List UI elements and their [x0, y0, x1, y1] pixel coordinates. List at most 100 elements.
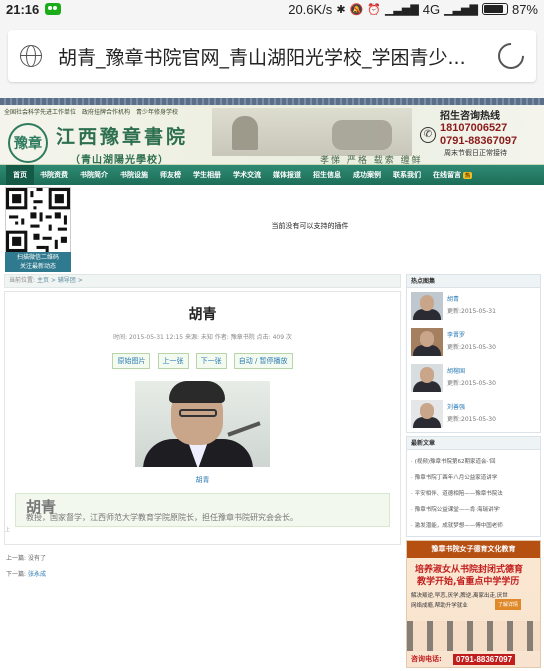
nav-about[interactable]: 书院简介 [74, 170, 114, 180]
hot-item[interactable]: 胡青 更新:2015-05-31 [407, 288, 540, 324]
gallery-controls: 原始图片 上一张 下一张 自动 / 暂停播放 [5, 348, 400, 369]
prev-value: 没有了 [27, 555, 46, 562]
hot-thumb[interactable] [411, 292, 443, 320]
hotline-phone-1: 18107006527 [440, 122, 508, 134]
hotline-hours: 周末节假日正常接待 [444, 149, 507, 157]
brand: 江西豫章書院 （青山湖陽光學校） [56, 122, 188, 166]
ad-tel-label: 咨询电话: [411, 655, 442, 663]
hotline-phone-2: 0791-88367097 [440, 135, 518, 147]
hot-thumb[interactable] [411, 328, 443, 356]
brand-name: 江西豫章書院 [56, 126, 189, 148]
hot-item-name[interactable]: 李晋罗 [447, 330, 465, 339]
ad-line4: 网络成瘾,帮助升学就业 [411, 603, 468, 609]
article-title: 胡青 [188, 307, 217, 323]
next-article: 下一篇: 张永成 [6, 567, 401, 583]
news-item[interactable]: 平安相伴、道德相陪——豫章书院法 [411, 486, 540, 502]
prev-label: 上一篇: [6, 555, 27, 562]
wechat-qr-code [5, 187, 71, 253]
main-nav: 首页 书院资费 书院简介 书院设施 师友榜 学生相册 学术交流 媒体报道 招生信… [0, 164, 544, 186]
hot-item-name[interactable]: 胡青 [447, 294, 459, 303]
next-link[interactable]: 张永成 [28, 571, 46, 578]
hotline-box: 招生咨询热线 ✆ 18107006527 0791-88367097 周末节假日… [420, 107, 538, 158]
bio-text: 教授，国家督学，江西师范大学教育学院原院长，担任豫章书院研究会会长。 [26, 513, 298, 522]
qr-caption-line1: 扫描微信二维码 [16, 254, 59, 261]
breadcrumb-path[interactable]: 主页 > 辅导团 > [37, 277, 83, 284]
url-box[interactable]: 胡青_豫章书院官网_青山湖阳光学校_学困青少... [8, 30, 536, 82]
latest-news-panel: 最新文章 (视频)豫章书院第62期家道会-'回 豫章书院丁酉年八月公益家道讲学 … [406, 436, 541, 537]
nav-home[interactable]: 首页 [6, 164, 34, 186]
ad-photo [407, 621, 540, 651]
page-title-url[interactable]: 胡青_豫章书院官网_青山湖阳光学校_学困青少... [58, 43, 488, 70]
hot-thumb[interactable] [411, 364, 443, 392]
hot-item-updated: 更新:2015-05-30 [447, 344, 496, 351]
prev-image-button[interactable]: 上一张 [157, 353, 189, 369]
news-item[interactable]: 豫章书院公益课堂——肯·海瑞讲学' [411, 502, 540, 518]
qr-row: 扫描微信二维码 关注最新动态 当前没有可以支持的插件 [0, 185, 544, 273]
news-item[interactable]: 豫章书院丁酉年八月公益家道讲学 [411, 470, 540, 486]
network-type: 4G [422, 1, 441, 17]
bluetooth-icon: ✱ [336, 3, 346, 16]
hot-item-name[interactable]: 刘善强 [447, 402, 465, 411]
main-column: 当前位置: 主页 > 辅导团 > 胡青 时间: 2015-05-31 12:15… [4, 274, 401, 583]
status-time: 21:16 [6, 1, 40, 17]
promo-ad[interactable]: 豫章书院女子德育文化教育 培养淑女从书院封闭式德育 教学开始,省重点中学学历 解… [406, 540, 541, 668]
hot-gallery-title: 热点图集 [407, 275, 540, 288]
nav-message[interactable]: 在线留言热 [427, 170, 478, 180]
plugin-missing-message: 当前没有可以支持的插件 [271, 222, 349, 230]
hot-thumb[interactable] [411, 400, 443, 428]
news-item[interactable]: (视频)豫章书院第62期家道会-'回 [411, 454, 540, 470]
signal-icon: ▁▃▅▇ [384, 3, 419, 16]
alarm-icon: ⏰ [367, 3, 381, 16]
prev-next-links: 上一篇: 没有了 下一篇: 张永成 [4, 551, 401, 583]
reload-icon[interactable] [492, 37, 530, 75]
sidebar: 热点图集 胡青 更新:2015-05-31 李晋罗 更新:2015-05-30 … [406, 274, 541, 668]
nav-media[interactable]: 媒体报道 [267, 170, 307, 180]
nav-academic[interactable]: 学术交流 [227, 170, 267, 180]
ad-details-button[interactable]: 了解详情 [495, 599, 522, 610]
side-mark: 上 [5, 527, 11, 533]
next-image-button[interactable]: 下一张 [195, 353, 227, 369]
network-speed: 20.6K/s [288, 1, 333, 17]
news-item[interactable]: 激发潜能，成就梦想——傅中国老师 [411, 518, 540, 534]
hot-item[interactable]: 刘善强 更新:2015-05-30 [407, 396, 540, 432]
ad-line2: 教学开始,省重点中学学历 [417, 577, 520, 587]
top-strip [0, 98, 544, 105]
nav-message-label: 在线留言 [433, 171, 461, 179]
nav-album[interactable]: 学生相册 [187, 170, 227, 180]
signal-icon-2: ▁▃▅▇ [444, 3, 478, 16]
portrait-photo[interactable] [135, 381, 270, 467]
nav-admissions[interactable]: 招生信息 [307, 170, 347, 180]
status-indicators: 20.6K/s ✱ 🔕 ⏰ ▁▃▅▇ 4G ▁▃▅▇ 87% [288, 2, 538, 17]
nav-contact[interactable]: 联系我们 [387, 170, 427, 180]
nav-cases[interactable]: 成功案例 [347, 170, 387, 180]
hot-gallery-panel: 热点图集 胡青 更新:2015-05-31 李晋罗 更新:2015-05-30 … [406, 274, 541, 433]
battery-icon [481, 3, 508, 15]
status-bar: 21:16 20.6K/s ✱ 🔕 ⏰ ▁▃▅▇ 4G ▁▃▅▇ 87% [0, 0, 544, 18]
hot-item-updated: 更新:2015-05-30 [447, 416, 496, 423]
ad-tel-number: 0791-88367097 [453, 654, 516, 665]
nav-fees[interactable]: 书院资费 [34, 170, 74, 180]
nav-facilities[interactable]: 书院设施 [114, 170, 154, 180]
qr-caption: 扫描微信二维码 关注最新动态 [5, 252, 71, 272]
bio-box: 胡青 教授，国家督学，江西师范大学教育学院原院长，担任豫章书院研究会会长。 [15, 493, 390, 527]
hot-item[interactable]: 胡榕国 更新:2015-05-30 [407, 360, 540, 396]
next-label: 下一篇: [6, 571, 27, 578]
site-logo[interactable]: 豫章 [8, 123, 48, 163]
phone-icon: ✆ [420, 127, 436, 143]
original-image-button[interactable]: 原始图片 [112, 353, 151, 369]
latest-news-title: 最新文章 [407, 437, 540, 450]
hot-badge: 热 [463, 172, 473, 179]
brand-subtitle: （青山湖陽光學校） [70, 155, 169, 166]
autoplay-button[interactable]: 自动 / 暂停播放 [233, 353, 293, 369]
photo-caption[interactable]: 胡青 [5, 475, 400, 485]
nav-teachers[interactable]: 师友榜 [154, 170, 187, 180]
prev-article: 上一篇: 没有了 [6, 551, 401, 567]
ad-header: 豫章书院女子德育文化教育 [407, 541, 540, 558]
browser-url-bar: 胡青_豫章书院官网_青山湖阳光学校_学困青少... [0, 18, 544, 98]
news-list: (视频)豫章书院第62期家道会-'回 豫章书院丁酉年八月公益家道讲学 平安相伴、… [407, 450, 540, 536]
content-area: 当前位置: 主页 > 辅导团 > 胡青 时间: 2015-05-31 12:15… [0, 270, 544, 671]
breadcrumb-label: 当前位置: [9, 277, 36, 284]
hot-item-name[interactable]: 胡榕国 [447, 366, 465, 375]
hot-item[interactable]: 李晋罗 更新:2015-05-30 [407, 324, 540, 360]
ad-line3: 解决叛逆,早恋,厌学,脾逆,离家出走,厌世 [411, 593, 508, 599]
